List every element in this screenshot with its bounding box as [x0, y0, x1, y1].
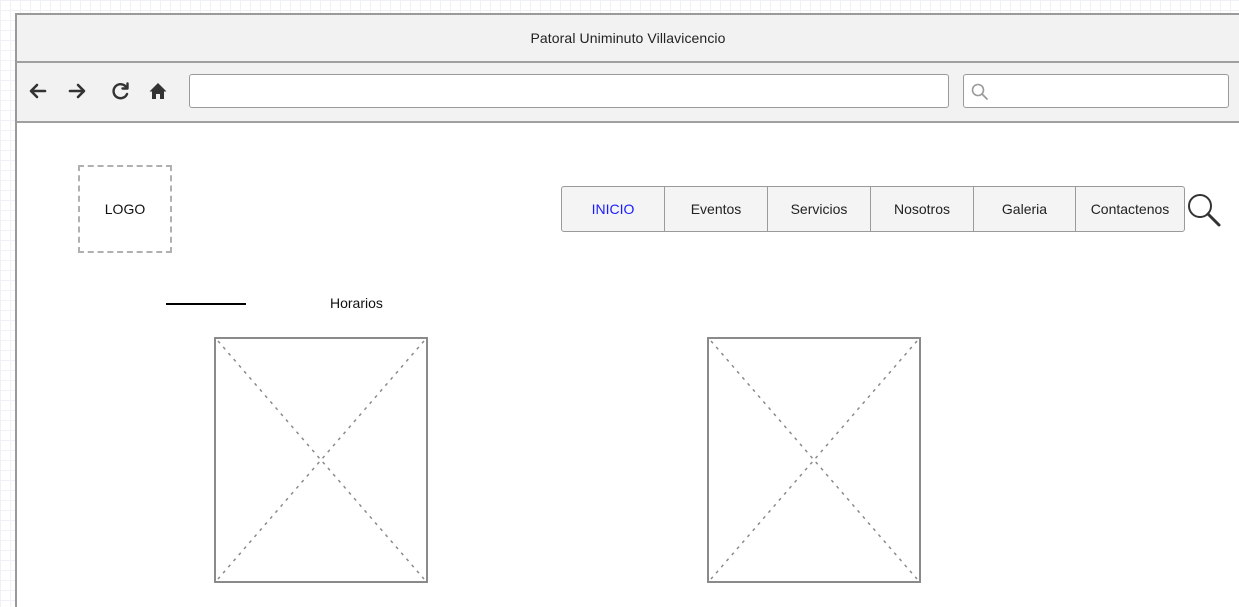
section-title-horarios: Horarios	[330, 295, 383, 311]
menu-item-eventos[interactable]: Eventos	[664, 186, 768, 232]
browser-window: Patoral Uniminuto Villavicencio LOGO INI…	[15, 13, 1239, 607]
search-icon	[971, 83, 988, 100]
menu-search-button[interactable]	[1185, 191, 1225, 236]
home-icon	[149, 83, 167, 99]
logo-placeholder: LOGO	[78, 165, 172, 253]
menu-item-contactenos[interactable]: Contactenos	[1075, 186, 1185, 232]
window-titlebar: Patoral Uniminuto Villavicencio	[17, 15, 1239, 63]
menu-item-servicios[interactable]: Servicios	[767, 186, 871, 232]
image-placeholder	[707, 337, 921, 583]
browser-toolbar	[17, 63, 1239, 123]
main-menu: INICIO Eventos Servicios Nosotros Galeri…	[561, 186, 1185, 232]
image-placeholder	[214, 337, 428, 583]
logo-label: LOGO	[104, 201, 146, 217]
section-divider	[166, 303, 246, 305]
window-title: Patoral Uniminuto Villavicencio	[530, 30, 726, 46]
home-button[interactable]	[147, 80, 169, 102]
address-bar[interactable]	[189, 74, 949, 108]
forward-button[interactable]	[66, 80, 88, 102]
reload-icon	[112, 82, 129, 100]
back-button[interactable]	[27, 80, 49, 102]
browser-search-input[interactable]	[963, 74, 1229, 108]
menu-item-nosotros[interactable]: Nosotros	[870, 186, 974, 232]
menu-item-inicio[interactable]: INICIO	[561, 186, 665, 232]
search-icon	[1188, 194, 1221, 227]
arrow-left-icon	[29, 83, 47, 99]
menu-item-galeria[interactable]: Galeria	[973, 186, 1076, 232]
arrow-right-icon	[68, 83, 86, 99]
reload-button[interactable]	[110, 80, 132, 102]
